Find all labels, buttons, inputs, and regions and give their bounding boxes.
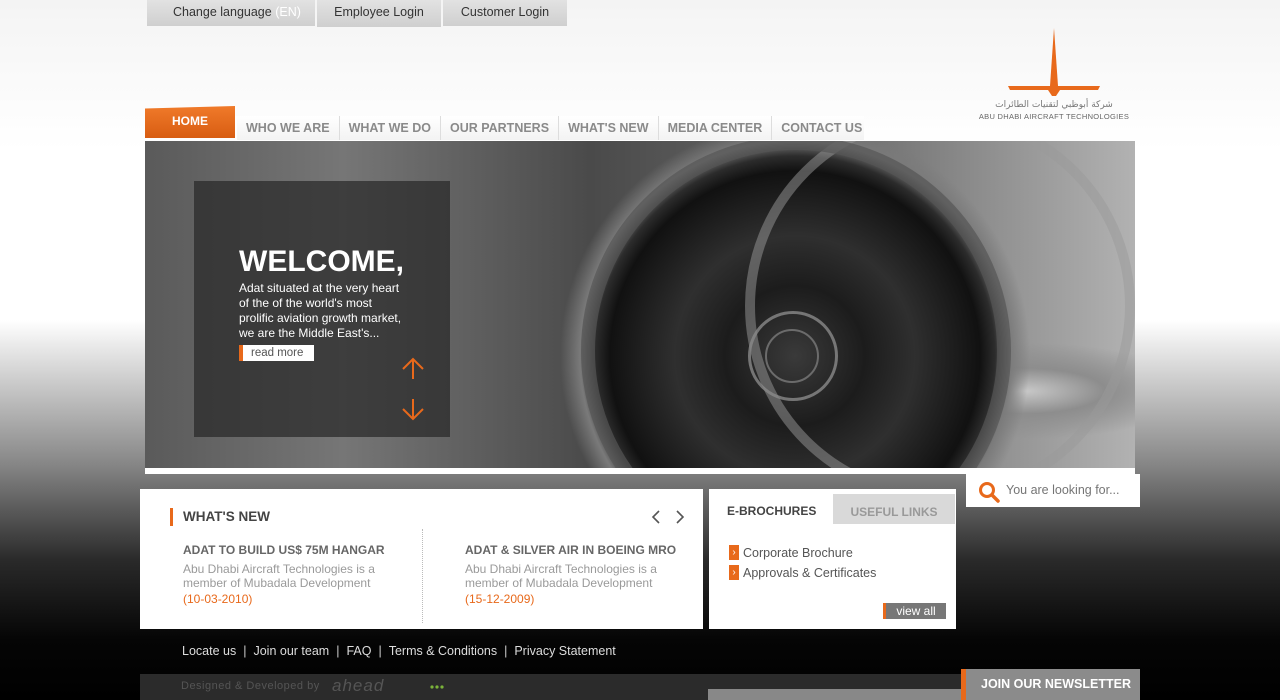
arrow-down-icon[interactable] (399, 395, 427, 423)
footer-link-locate-us[interactable]: Locate us (182, 644, 236, 658)
developer-logo[interactable]: ahead (332, 676, 384, 696)
main-nav: HOME WHO WE ARE WHAT WE DO OUR PARTNERS … (145, 106, 865, 160)
search-box (966, 474, 1140, 507)
language-code: (EN) (275, 5, 301, 19)
news-body: Abu Dhabi Aircraft Technologies is a mem… (183, 562, 375, 590)
footer-link-terms[interactable]: Terms & Conditions (389, 644, 497, 658)
read-more-button[interactable]: read more (239, 345, 314, 361)
brochures-panel: USEFUL LINKS E-BROCHURES › Corporate Bro… (709, 489, 956, 629)
join-newsletter-button[interactable]: JOIN OUR NEWSLETTER (961, 669, 1140, 700)
view-all-button[interactable]: view all (883, 603, 946, 619)
developer-credit: Designed & Developed by (181, 680, 320, 692)
change-language-label: Change language (173, 5, 272, 19)
welcome-panel: WELCOME, Adat situated at the very heart… (194, 181, 450, 437)
news-body: Abu Dhabi Aircraft Technologies is a mem… (465, 562, 657, 590)
search-input[interactable] (1006, 480, 1134, 500)
news-title[interactable]: ADAT & SILVER AIR IN BOEING MRO (465, 543, 705, 557)
nav-media-center[interactable]: MEDIA CENTER (658, 116, 773, 140)
developer-dots-icon (430, 685, 444, 689)
employee-login-button[interactable]: Employee Login (317, 0, 441, 27)
nav-home[interactable]: HOME (145, 106, 235, 138)
chevron-right-icon: › (729, 545, 739, 560)
footer-separator: | (336, 644, 340, 658)
tab-e-brochures[interactable]: E-BROCHURES (717, 491, 833, 523)
nav-who-we-are[interactable]: WHO WE ARE (237, 116, 340, 140)
engine-spinner-inner-decoration (765, 329, 819, 383)
customer-login-button[interactable]: Customer Login (443, 0, 567, 26)
news-item[interactable]: ADAT & SILVER AIR IN BOEING MRO Abu Dhab… (465, 543, 705, 606)
arrow-up-icon[interactable] (399, 355, 427, 383)
footer-separator: | (243, 644, 247, 658)
news-date: (15-12-2009) (465, 592, 535, 606)
top-bar: Change language (EN) Employee Login Cust… (147, 0, 569, 27)
news-item[interactable]: ADAT TO BUILD US$ 75M HANGAR Abu Dhabi A… (183, 543, 423, 606)
newsletter-strip (708, 689, 966, 700)
brochure-link-approvals[interactable]: › Approvals & Certificates (729, 565, 876, 580)
nav-contact-us[interactable]: CONTACT US (772, 116, 864, 140)
whats-new-heading: WHAT'S NEW (170, 508, 270, 526)
brochure-link-corporate[interactable]: › Corporate Brochure (729, 545, 853, 560)
news-title[interactable]: ADAT TO BUILD US$ 75M HANGAR (183, 543, 423, 557)
footer-link-join-our-team[interactable]: Join our team (253, 644, 329, 658)
footer-links: Locate us | Join our team | FAQ | Terms … (182, 644, 616, 658)
company-logo[interactable]: شركة أبوظبي لتقنيات الطائرات ABU DHABI A… (976, 28, 1132, 124)
footer-separator: | (378, 644, 382, 658)
tab-useful-links[interactable]: USEFUL LINKS (833, 494, 955, 524)
footer-link-faq[interactable]: FAQ (346, 644, 371, 658)
chevron-left-icon[interactable] (648, 508, 664, 526)
search-icon[interactable] (978, 481, 1000, 503)
welcome-description: Adat situated at the very heart of the o… (239, 281, 402, 340)
news-divider (422, 529, 423, 623)
nav-our-partners[interactable]: OUR PARTNERS (440, 116, 560, 140)
logo-arabic-name: شركة أبوظبي لتقنيات الطائرات (995, 100, 1113, 110)
footer-link-privacy[interactable]: Privacy Statement (514, 644, 615, 658)
chevron-right-icon: › (729, 565, 739, 580)
brochure-link-label: Approvals & Certificates (743, 565, 877, 580)
welcome-title: WELCOME, (239, 245, 404, 278)
news-date: (10-03-2010) (183, 592, 253, 606)
hero-banner: WELCOME, Adat situated at the very heart… (145, 141, 1135, 474)
nav-what-we-do[interactable]: WHAT WE DO (339, 116, 441, 140)
nav-whats-new[interactable]: WHAT'S NEW (559, 116, 659, 140)
footer-separator: | (504, 644, 508, 658)
brochure-link-label: Corporate Brochure (743, 545, 853, 560)
logo-name: ABU DHABI AIRCRAFT TECHNOLOGIES (978, 112, 1130, 121)
aircraft-logo-icon (1008, 28, 1100, 96)
change-language-button[interactable]: Change language (EN) (147, 0, 315, 26)
whats-new-panel: WHAT'S NEW ADAT TO BUILD US$ 75M HANGAR … (140, 489, 703, 629)
chevron-right-icon[interactable] (672, 508, 688, 526)
